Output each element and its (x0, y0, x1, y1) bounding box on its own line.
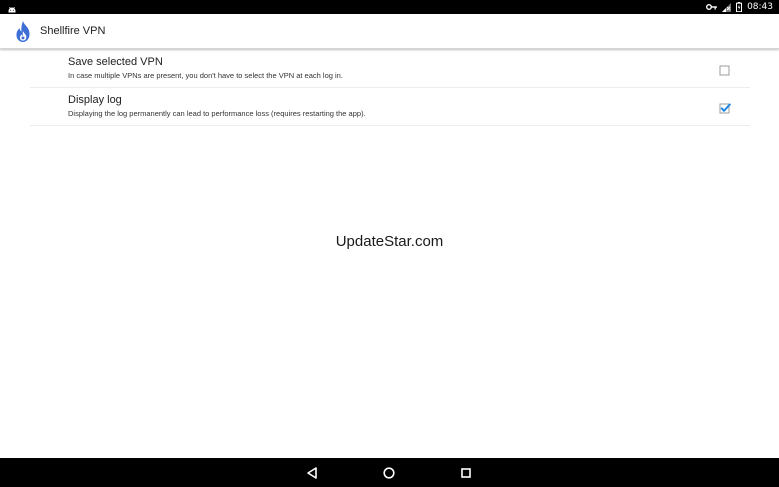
back-icon[interactable] (304, 465, 320, 481)
status-icons: 08:43 (706, 0, 773, 14)
navigation-bar (0, 458, 779, 487)
android-notification-icon (7, 2, 17, 13)
battery-icon (736, 2, 743, 12)
signal-icon (722, 2, 732, 12)
home-icon[interactable] (381, 465, 397, 481)
status-time: 08:43 (747, 2, 773, 12)
pref-title: Display log (68, 94, 122, 106)
save-selected-vpn-checkbox[interactable] (719, 63, 730, 76)
recents-icon[interactable] (458, 465, 474, 481)
watermark-text: UpdateStar.com (335, 233, 444, 250)
key-icon (706, 3, 718, 11)
display-log-checkbox[interactable] (719, 101, 731, 114)
shellfire-flame-logo-icon[interactable] (13, 20, 33, 44)
pref-display-log[interactable]: Display log Displaying the log permanent… (30, 88, 750, 126)
pref-summary: Displaying the log permanently can lead … (68, 109, 366, 118)
pref-summary: In case multiple VPNs are present, you d… (68, 71, 343, 80)
settings-list: Save selected VPN In case multiple VPNs … (30, 50, 750, 126)
app-bar: Shellfire VPN (0, 14, 779, 49)
pref-save-selected-vpn[interactable]: Save selected VPN In case multiple VPNs … (30, 50, 750, 88)
app-title: Shellfire VPN (40, 25, 106, 37)
status-bar: 08:43 (0, 0, 779, 14)
pref-title: Save selected VPN (68, 56, 163, 68)
